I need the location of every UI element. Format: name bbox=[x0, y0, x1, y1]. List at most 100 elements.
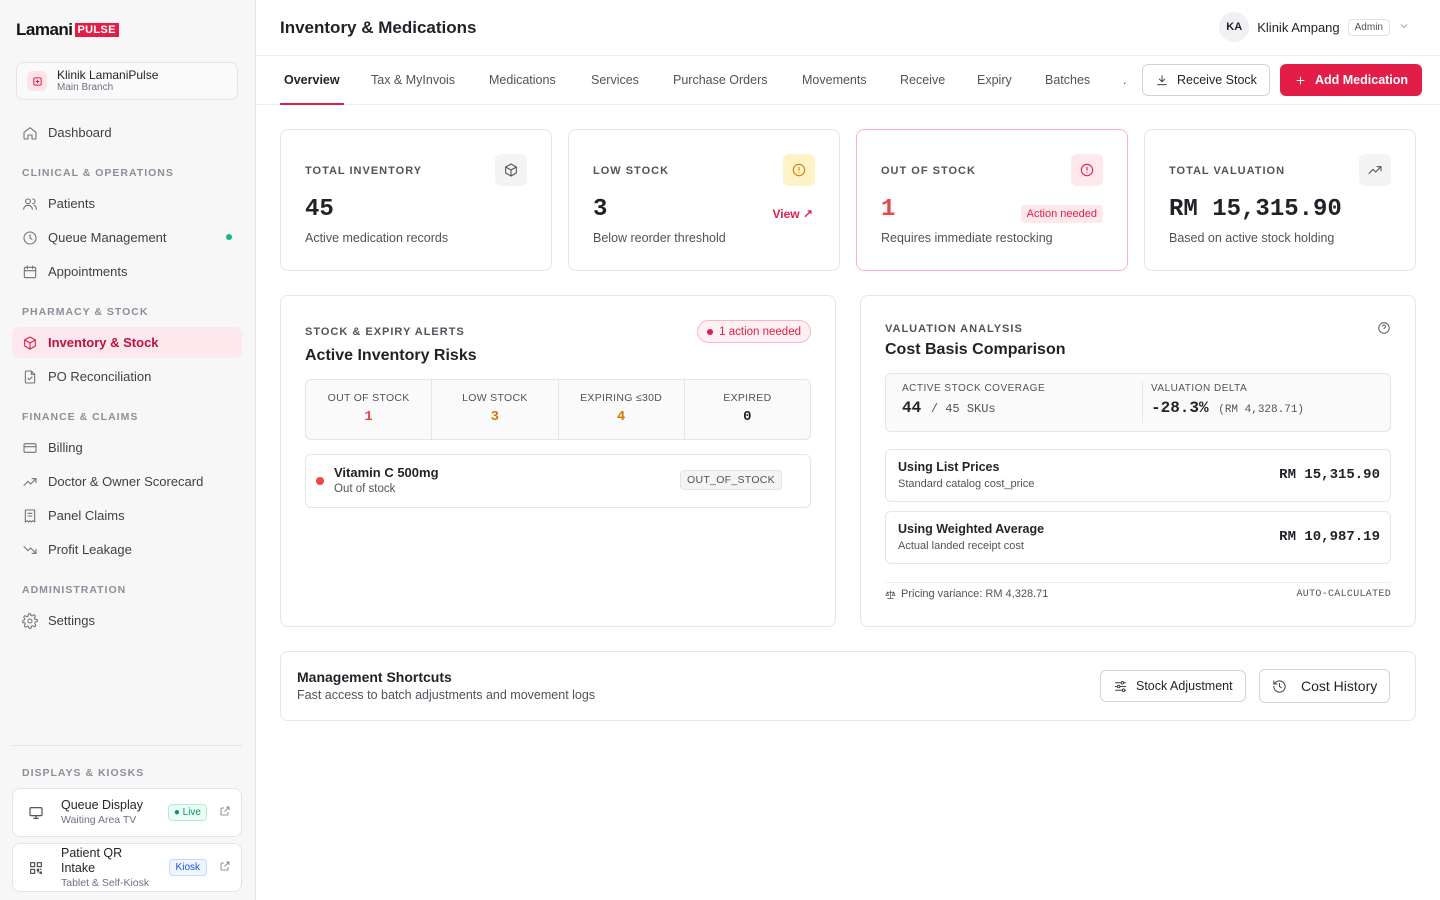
stock-adjustment-button[interactable]: Stock Adjustment bbox=[1100, 670, 1246, 702]
alert-circle-icon bbox=[783, 154, 815, 186]
stat-value: RM 15,315.90 bbox=[1169, 196, 1342, 223]
clinic-branch: Main Branch bbox=[57, 82, 114, 93]
risk-label: OUT OF STOCK bbox=[327, 392, 410, 404]
tab-expiry[interactable]: Expiry bbox=[977, 56, 1012, 104]
auto-calculated-label: AUTO-CALCULATED bbox=[1296, 588, 1391, 600]
sidebar-item-scorecard[interactable]: Doctor & Owner Scorecard bbox=[12, 466, 242, 497]
risk-expired[interactable]: EXPIRED 0 bbox=[685, 380, 810, 439]
coverage-total: / 45 SKUs bbox=[930, 402, 996, 416]
download-icon bbox=[1157, 75, 1167, 86]
risk-low-stock[interactable]: LOW STOCK 3 bbox=[432, 380, 559, 439]
queue-status-dot bbox=[226, 234, 232, 240]
brand-logo[interactable]: Lamani PULSE bbox=[16, 20, 119, 40]
nav-section-admin: ADMINISTRATION bbox=[22, 584, 127, 596]
tab-overview[interactable]: Overview bbox=[280, 56, 344, 105]
role-badge: Admin bbox=[1347, 18, 1390, 36]
clock-icon bbox=[23, 230, 37, 245]
risk-expiring[interactable]: EXPIRING ≤30D 4 bbox=[559, 380, 685, 439]
sidebar-item-patients[interactable]: Patients bbox=[12, 188, 242, 219]
sidebar-item-billing[interactable]: Billing bbox=[12, 432, 242, 463]
add-medication-label: Add Medication bbox=[1315, 73, 1409, 87]
stat-card-low-stock: LOW STOCK 3 View ↗ Below reorder thresho… bbox=[568, 129, 840, 271]
external-link-icon[interactable] bbox=[219, 805, 231, 820]
nav-section-displays: DISPLAYS & KIOSKS bbox=[22, 767, 145, 779]
valuation-kicker: VALUATION ANALYSIS bbox=[885, 323, 1023, 335]
sidebar-item-dashboard[interactable]: Dashboard bbox=[12, 117, 242, 148]
nav-section-pharmacy: PHARMACY & STOCK bbox=[22, 306, 149, 318]
risk-out-of-stock[interactable]: OUT OF STOCK 1 bbox=[306, 380, 433, 439]
tab-medications[interactable]: Medications bbox=[489, 56, 556, 104]
tab-movements[interactable]: Movements bbox=[802, 56, 867, 104]
stat-value: 45 bbox=[305, 196, 334, 223]
tab-purchase-orders[interactable]: Purchase Orders bbox=[673, 56, 767, 104]
monitor-icon bbox=[23, 800, 49, 826]
live-badge: ● Live bbox=[167, 804, 207, 821]
history-icon bbox=[1273, 679, 1286, 693]
external-link-icon[interactable] bbox=[219, 860, 231, 875]
risk-label: LOW STOCK bbox=[462, 392, 528, 404]
receive-stock-button[interactable]: Receive Stock bbox=[1142, 64, 1270, 96]
view-low-stock-link[interactable]: View ↗ bbox=[772, 207, 813, 221]
sidebar-item-po-reconciliation[interactable]: PO Reconciliation bbox=[12, 361, 242, 392]
stat-card-out-of-stock: OUT OF STOCK 1 Action needed Requires im… bbox=[856, 129, 1128, 271]
stat-label: TOTAL INVENTORY bbox=[305, 165, 423, 177]
sidebar-item-panel-claims[interactable]: Panel Claims bbox=[12, 500, 242, 531]
alerts-panel: STOCK & EXPIRY ALERTS Active Inventory R… bbox=[280, 295, 836, 627]
sidebar-divider bbox=[12, 745, 242, 746]
cost-history-label: Cost History bbox=[1301, 678, 1378, 694]
help-icon[interactable] bbox=[1377, 321, 1391, 338]
qr-intake-card[interactable]: Patient QR Intake Tablet & Self-Kiosk Ki… bbox=[12, 843, 242, 892]
alerts-title: Active Inventory Risks bbox=[305, 347, 477, 364]
sidebar-item-label: Settings bbox=[48, 613, 95, 628]
risk-label: EXPIRING ≤30D bbox=[580, 392, 663, 404]
sidebar-item-label: Queue Management bbox=[48, 230, 167, 245]
add-medication-button[interactable]: Add Medication bbox=[1280, 64, 1423, 96]
tab-overflow[interactable]: . bbox=[1123, 56, 1126, 104]
nav-section-finance: FINANCE & CLAIMS bbox=[22, 411, 139, 423]
risk-value: 4 bbox=[616, 409, 626, 425]
stat-sub: Requires immediate restocking bbox=[881, 231, 1053, 245]
qr-intake-title: Patient QR Intake bbox=[61, 845, 123, 875]
calendar-icon bbox=[23, 264, 37, 278]
cost-history-button[interactable]: Cost History bbox=[1259, 669, 1391, 703]
tab-receive[interactable]: Receive bbox=[900, 56, 945, 104]
item-status: Out of stock bbox=[334, 483, 396, 495]
tab-services[interactable]: Services bbox=[591, 56, 639, 104]
alert-circle-icon bbox=[1071, 154, 1103, 186]
qr-code-icon bbox=[23, 855, 49, 881]
receipt-icon bbox=[24, 508, 36, 523]
brand-word: Lamani bbox=[16, 20, 73, 39]
alert-dot bbox=[707, 328, 714, 335]
pricing-variance: Pricing variance: RM 4,328.71 bbox=[901, 588, 1049, 600]
list-item[interactable]: Vitamin C 500mg Out of stock OUT_OF_STOC… bbox=[305, 454, 811, 508]
alert-pill-label: 1 action needed bbox=[719, 325, 801, 338]
stat-card-total-valuation: TOTAL VALUATION RM 15,315.90 Based on ac… bbox=[1144, 129, 1416, 271]
sidebar-item-label: PO Reconciliation bbox=[48, 369, 152, 384]
gear-icon bbox=[22, 612, 38, 629]
list-price-row: Using List Prices Standard catalog cost_… bbox=[885, 449, 1391, 502]
nav-section-clinical: CLINICAL & OPERATIONS bbox=[22, 167, 174, 179]
sidebar-item-label: Patients bbox=[48, 196, 95, 211]
delta-col: VALUATION DELTA -28.3% (RM 4,328.71) bbox=[1151, 383, 1304, 417]
sidebar-item-label: Dashboard bbox=[48, 125, 112, 140]
queue-display-card[interactable]: Queue Display Waiting Area TV ● Live bbox=[12, 788, 242, 837]
sidebar-item-appointments[interactable]: Appointments bbox=[12, 256, 242, 287]
shortcuts-title: Management Shortcuts bbox=[297, 669, 452, 685]
valuation-panel: VALUATION ANALYSIS Cost Basis Comparison… bbox=[860, 295, 1416, 627]
sidebar-item-queue[interactable]: Queue Management bbox=[12, 222, 242, 253]
trending-down-icon bbox=[23, 545, 37, 554]
user-menu[interactable]: KA Klinik Ampang Admin bbox=[1219, 12, 1410, 42]
tab-tax-myinvois[interactable]: Tax & MyInvois bbox=[371, 56, 455, 104]
coverage-value: 44 bbox=[902, 399, 922, 417]
clinic-switcher[interactable]: Klinik LamaniPulse Main Branch bbox=[16, 62, 238, 100]
risk-value: 3 bbox=[490, 409, 500, 425]
tab-batches[interactable]: Batches bbox=[1045, 56, 1090, 104]
sidebar-item-inventory[interactable]: Inventory & Stock bbox=[12, 327, 242, 358]
weighted-average-sub: Actual landed receipt cost bbox=[898, 540, 1024, 552]
queue-display-title: Queue Display bbox=[61, 798, 143, 812]
page-title: Inventory & Medications bbox=[280, 18, 477, 37]
sidebar-item-settings[interactable]: Settings bbox=[12, 605, 242, 636]
credit-card-icon bbox=[23, 442, 37, 453]
sidebar-item-profit-leakage[interactable]: Profit Leakage bbox=[12, 534, 242, 565]
sidebar-item-label: Doctor & Owner Scorecard bbox=[48, 474, 204, 489]
